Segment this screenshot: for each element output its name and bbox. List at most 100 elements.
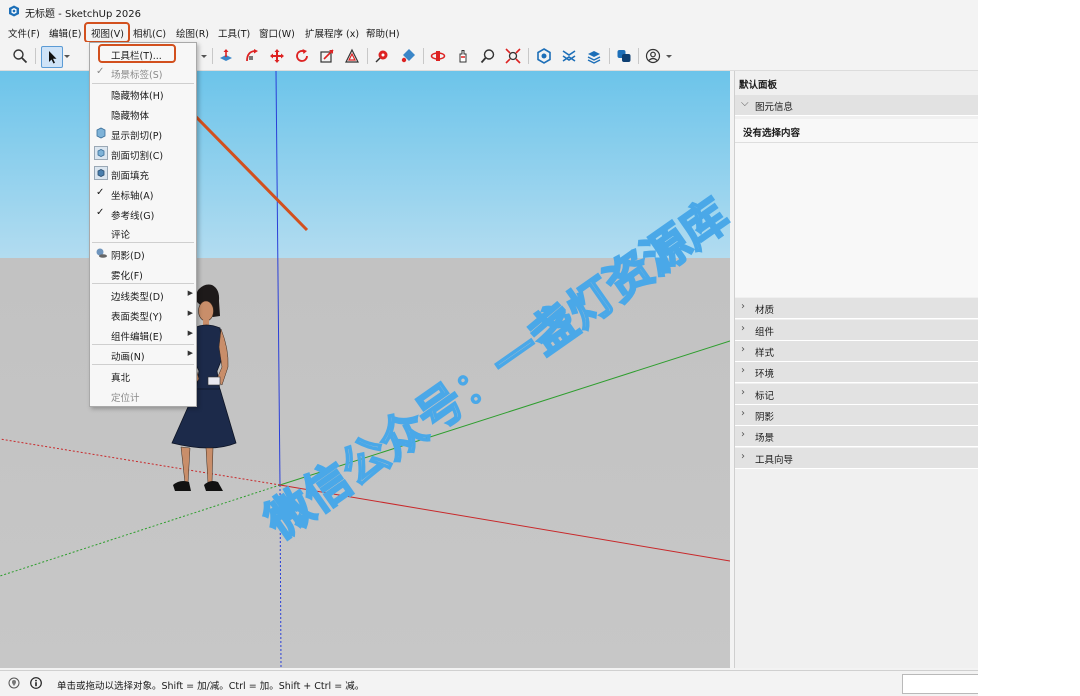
green-axis-negative: [0, 484, 281, 577]
tray-section-shadows[interactable]: › 阴影: [735, 405, 978, 426]
move-icon[interactable]: [267, 46, 287, 66]
tray-title: 默认面板: [739, 80, 778, 91]
menu-item-face-style[interactable]: 表面类型(Y) ▶: [90, 306, 196, 324]
tray-section-environment[interactable]: › 环境: [735, 362, 978, 383]
tray-section-styles[interactable]: › 样式: [735, 341, 978, 362]
tape-measure-icon[interactable]: [372, 46, 392, 66]
menu-window[interactable]: 窗口(W): [259, 26, 295, 40]
submenu-arrow-icon: ▶: [187, 309, 193, 317]
menu-item-section-planes[interactable]: 显示剖切(P): [90, 125, 196, 143]
zoom-icon[interactable]: [10, 46, 30, 66]
sketchup-logo-icon: [9, 5, 19, 17]
entity-info-label: 图元信息: [755, 102, 794, 113]
rotate-icon[interactable]: [292, 46, 312, 66]
menu-item-hidden-objects[interactable]: 隐藏物体: [90, 105, 196, 123]
section-display-icon: [96, 127, 106, 139]
check-icon: ✓: [96, 66, 105, 77]
tray-section-tags[interactable]: › 标记: [735, 384, 978, 405]
dropdown-arrow-icon[interactable]: [62, 46, 72, 66]
dropdown-arrow-icon[interactable]: [664, 46, 674, 66]
dropdown-arrow-icon[interactable]: [199, 46, 209, 66]
status-text: 单击或拖动以选择对象。Shift = 加/减。Ctrl = 加。Shift + …: [57, 681, 365, 692]
menu-item-label: 评论: [111, 230, 131, 241]
geo-location-icon[interactable]: [8, 677, 20, 689]
menu-edit[interactable]: 编辑(E): [49, 26, 81, 40]
title-bar: 无标题 - SketchUp 2026: [0, 0, 978, 22]
section-label: 工具向导: [755, 455, 794, 466]
menu-item-fog[interactable]: 雾化(F): [90, 265, 196, 283]
status-bar: 单击或拖动以选择对象。Shift = 加/减。Ctrl = 加。Shift + …: [0, 670, 978, 696]
select-arrow-icon[interactable]: [41, 46, 63, 68]
extension-warehouse-icon[interactable]: [559, 46, 579, 66]
push-pull-icon[interactable]: [216, 46, 236, 66]
menu-item-label: 动画(N): [111, 352, 145, 363]
menu-item-label: 阴影(D): [111, 251, 145, 262]
section-label: 样式: [755, 348, 775, 359]
default-tray: 默认面板 ⌵ 图元信息 没有选择内容 › 材质 › 组件 › 样式 › 环境 ›…: [734, 71, 978, 668]
section-fill-icon: [94, 166, 108, 180]
tray-section-materials[interactable]: › 材质: [735, 298, 978, 319]
section-cut-icon: [94, 146, 108, 160]
scale-icon[interactable]: [317, 46, 337, 66]
menu-item-label: 剖面填充: [111, 171, 150, 182]
menu-item-hidden-geometry[interactable]: 隐藏物体(H): [90, 85, 196, 103]
menu-item-axes[interactable]: ✓ 坐标轴(A): [90, 185, 196, 203]
sketchup-window: 无标题 - SketchUp 2026 文件(F) 编辑(E) 视图(V) 相机…: [0, 0, 978, 696]
layout-icon[interactable]: [584, 46, 604, 66]
section-label: 标记: [755, 391, 775, 402]
menu-item-label: 坐标轴(A): [111, 191, 154, 202]
menu-camera[interactable]: 相机(C): [133, 26, 166, 40]
red-axis: [279, 484, 730, 562]
toolbars-item-highlight: [98, 44, 176, 63]
section-label: 组件: [755, 327, 775, 338]
menu-item-label: 隐藏物体(H): [111, 91, 164, 102]
menu-item-label: 隐藏物体: [111, 111, 150, 122]
menu-item-guides[interactable]: ✓ 参考线(G): [90, 205, 196, 223]
tray-section-scenes[interactable]: › 场景: [735, 426, 978, 447]
section-label: 场景: [755, 433, 775, 444]
menu-file[interactable]: 文件(F): [8, 26, 40, 40]
menu-help[interactable]: 帮助(H): [366, 26, 400, 40]
menu-item-section-cuts[interactable]: 剖面切割(C): [90, 145, 196, 163]
menu-item-animation[interactable]: 动画(N) ▶: [90, 346, 196, 364]
menu-item-label: 场景标签(S): [111, 70, 163, 81]
menu-item-shadows[interactable]: 阴影(D): [90, 245, 196, 263]
menu-extensions[interactable]: 扩展程序 (x): [305, 26, 359, 40]
window-title: 无标题 - SketchUp 2026: [25, 9, 141, 20]
menu-draw[interactable]: 绘图(R): [176, 26, 209, 40]
follow-me-icon[interactable]: [242, 46, 262, 66]
menu-item-comments[interactable]: 评论: [90, 224, 196, 242]
measurements-box[interactable]: [902, 674, 978, 694]
info-icon[interactable]: [30, 677, 42, 689]
menu-item-section-fill[interactable]: 剖面填充: [90, 165, 196, 183]
pan-icon[interactable]: [453, 46, 473, 66]
section-label: 环境: [755, 369, 775, 380]
blue-axis-negative: [279, 484, 282, 668]
check-icon: ✓: [96, 207, 105, 218]
menu-tools[interactable]: 工具(T): [218, 26, 250, 40]
menu-item-label: 边线类型(D): [111, 292, 164, 303]
menu-item-label: 雾化(F): [111, 271, 143, 282]
account-icon[interactable]: [643, 46, 663, 66]
menu-item-label: 显示剖切(P): [111, 131, 163, 142]
menu-item-edge-style[interactable]: 边线类型(D) ▶: [90, 286, 196, 304]
zoom-tool-icon[interactable]: [478, 46, 498, 66]
style-builder-icon[interactable]: [614, 46, 634, 66]
warehouse-icon[interactable]: [534, 46, 554, 66]
red-axis-negative: [0, 438, 281, 486]
menu-item-label: 剖面切割(C): [111, 151, 164, 162]
menu-item-north-arrow[interactable]: 真北: [90, 367, 196, 385]
entity-info-header[interactable]: ⌵ 图元信息: [735, 95, 978, 116]
orbit-icon[interactable]: [428, 46, 448, 66]
paint-bucket-icon[interactable]: [398, 46, 418, 66]
view-menu-highlight: [84, 22, 130, 43]
chevron-right-icon: ›: [741, 344, 745, 355]
chevron-right-icon: ›: [741, 365, 745, 376]
zoom-extents-icon[interactable]: [503, 46, 523, 66]
chevron-right-icon: ›: [741, 301, 745, 312]
offset-icon[interactable]: [342, 46, 362, 66]
menu-item-component-edit[interactable]: 组件编辑(E) ▶: [90, 326, 196, 344]
tray-section-components[interactable]: › 组件: [735, 320, 978, 341]
menu-item-label: 参考线(G): [111, 211, 155, 222]
tray-section-instructor[interactable]: › 工具向导: [735, 448, 978, 469]
